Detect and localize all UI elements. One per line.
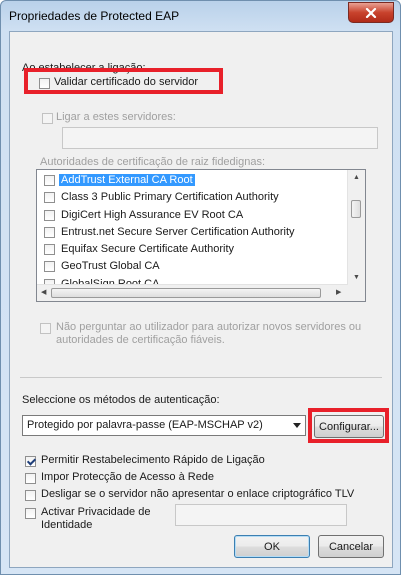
ok-button[interactable]: OK: [234, 535, 310, 558]
option-nap-label: Impor Protecção de Acesso à Rede: [41, 471, 215, 483]
window-title: Propriedades de Protected EAP: [9, 9, 180, 23]
certificate-list[interactable]: AddTrust External CA Root Class 3 Public …: [36, 169, 366, 302]
validate-cert-checkbox[interactable]: [39, 78, 50, 89]
dialog-body: Ao estabelecer a ligação: Validar certif…: [9, 31, 393, 568]
vertical-scroll-thumb[interactable]: [351, 200, 361, 218]
identity-privacy-checkbox[interactable]: [25, 508, 36, 519]
ok-button-label: OK: [264, 540, 280, 553]
title-bar: Propriedades de Protected EAP: [1, 1, 400, 31]
certificate-item[interactable]: AddTrust External CA Root: [37, 172, 347, 189]
certificate-items: AddTrust External CA Root Class 3 Public …: [37, 172, 347, 293]
certificate-checkbox[interactable]: [44, 244, 55, 256]
scroll-up-icon[interactable]: ▲: [353, 174, 360, 181]
certificate-item[interactable]: DigiCert High Assurance EV Root CA: [37, 207, 347, 224]
eap-properties-dialog: Propriedades de Protected EAP Ao estabel…: [0, 0, 401, 575]
option-crypto_binding-checkbox[interactable]: [25, 490, 36, 501]
certificate-checkbox[interactable]: [44, 261, 55, 273]
section-divider: [20, 377, 382, 378]
option-fast_reconnect-label: Permitir Restabelecimento Rápido de Liga…: [41, 454, 265, 466]
scroll-down-icon[interactable]: ▼: [353, 274, 360, 281]
certificate-label: Equifax Secure Certificate Authority: [61, 243, 235, 256]
certificate-label: DigiCert High Assurance EV Root CA: [61, 208, 244, 221]
certificate-checkbox[interactable]: [44, 209, 55, 221]
certificate-label: AddTrust External CA Root: [59, 174, 195, 186]
configure-button[interactable]: Configurar...: [314, 415, 384, 438]
identity-privacy-label-line2: Identidade: [41, 519, 93, 531]
auth-method-label: Seleccione os métodos de autenticação:: [22, 394, 220, 406]
cancel-button-label: Cancelar: [328, 540, 374, 553]
identity-privacy-input[interactable]: [175, 504, 347, 526]
close-icon: [365, 7, 377, 18]
scroll-corner: [348, 285, 365, 301]
certificate-checkbox[interactable]: [44, 175, 55, 186]
certificate-item[interactable]: Entrust.net Secure Server Certification …: [37, 224, 347, 241]
option-crypto_binding-label: Desligar se o servidor não apresentar o …: [41, 488, 355, 500]
auth-method-select[interactable]: Protegido por palavra-passe (EAP-MSCHAP …: [22, 415, 306, 436]
cancel-button[interactable]: Cancelar: [318, 535, 384, 558]
no-prompt-label-line1: Não perguntar ao utilizador para autoriz…: [56, 321, 362, 333]
servers-input[interactable]: [62, 127, 378, 149]
validate-cert-label: Validar certificado do servidor: [54, 76, 199, 88]
no-prompt-label-line2: autoridades de certificação fiáveis.: [56, 334, 225, 346]
certificate-item[interactable]: Equifax Secure Certificate Authority: [37, 241, 347, 258]
option-fast_reconnect-checkbox[interactable]: [25, 456, 36, 467]
certificate-item[interactable]: Class 3 Public Primary Certification Aut…: [37, 189, 347, 206]
certificate-label: Entrust.net Secure Server Certification …: [61, 225, 295, 238]
connect-section-label: Ao estabelecer a ligação:: [22, 62, 146, 74]
scroll-right-icon[interactable]: ▶: [336, 289, 341, 296]
certificate-checkbox[interactable]: [44, 192, 55, 204]
option-nap-checkbox[interactable]: [25, 473, 36, 484]
horizontal-scrollbar[interactable]: ◀ ▶: [37, 284, 348, 301]
close-button[interactable]: [348, 2, 394, 23]
certificate-checkbox[interactable]: [44, 226, 55, 238]
certificate-label: Class 3 Public Primary Certification Aut…: [61, 191, 279, 204]
auth-method-value: Protegido por palavra-passe (EAP-MSCHAP …: [27, 419, 263, 431]
no-prompt-checkbox[interactable]: [40, 323, 51, 334]
identity-privacy-label-line1: Activar Privacidade de: [41, 506, 151, 518]
horizontal-scroll-thumb[interactable]: [51, 288, 321, 298]
connect-servers-label: Ligar a estes servidores:: [56, 111, 176, 123]
scroll-left-icon[interactable]: ◀: [41, 289, 46, 296]
configure-button-label: Configurar...: [319, 420, 379, 433]
connect-servers-checkbox[interactable]: [42, 113, 53, 124]
certificate-label: GeoTrust Global CA: [61, 260, 160, 273]
chevron-down-icon[interactable]: [288, 416, 305, 435]
trusted-roots-label: Autoridades de certificação de raiz fide…: [40, 156, 266, 168]
certificate-item[interactable]: GeoTrust Global CA: [37, 258, 347, 275]
vertical-scrollbar[interactable]: ▲ ▼: [347, 170, 365, 285]
